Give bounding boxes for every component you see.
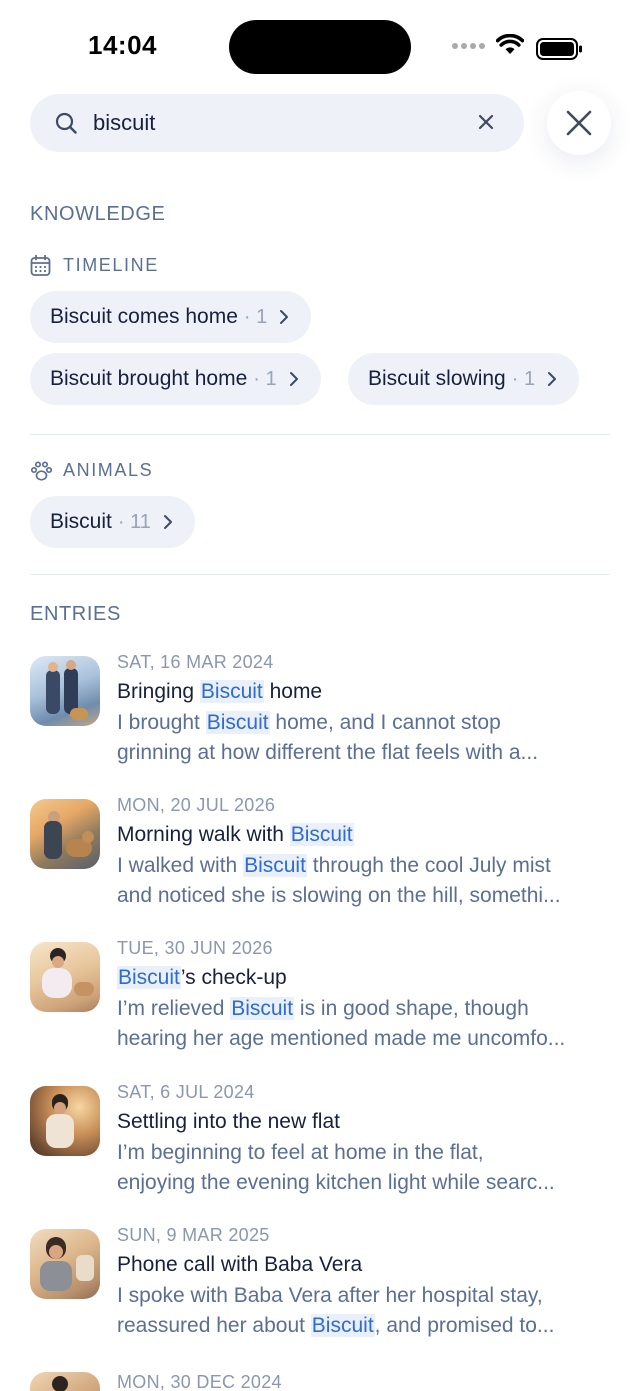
battery-icon — [536, 38, 582, 60]
search-match: Biscuit — [230, 997, 295, 1020]
entry-item[interactable]: SAT, 16 MAR 2024 Bringing Biscuit home I… — [30, 652, 620, 786]
chevron-right-icon — [163, 515, 172, 529]
entry-date: MON, 20 JUL 2026 — [117, 795, 276, 815]
entry-snippet: I brought Biscuit home, and I cannot sto… — [117, 711, 501, 734]
entry-thumbnail — [30, 1372, 100, 1391]
chip-count: · 11 — [117, 510, 151, 533]
entry-title: Morning walk with Biscuit — [117, 823, 354, 846]
chip-label: Biscuit slowing — [368, 367, 506, 390]
search-match: Biscuit — [205, 711, 270, 734]
entry-thumbnail — [30, 656, 100, 726]
close-icon — [566, 110, 592, 136]
entry-item[interactable]: MON, 20 JUL 2026 Morning walk with Biscu… — [30, 795, 620, 929]
entry-item[interactable]: MON, 30 DEC 2024 — [30, 1372, 620, 1391]
status-icons — [452, 34, 592, 60]
paw-icon — [30, 461, 52, 481]
timeline-chip[interactable]: Biscuit brought home · 1 — [30, 353, 321, 405]
search-match: Biscuit — [117, 966, 181, 989]
search-match: Biscuit — [243, 854, 307, 877]
entry-item[interactable]: SAT, 6 JUL 2024 Settling into the new fl… — [30, 1082, 620, 1216]
entry-thumbnail — [30, 799, 100, 869]
entry-date: SUN, 9 MAR 2025 — [117, 1225, 270, 1245]
entry-snippet: I’m relieved Biscuit is in good shape, t… — [117, 997, 529, 1020]
knowledge-heading: KNOWLEDGE — [30, 203, 166, 225]
search-match: Biscuit — [289, 823, 354, 846]
chevron-right-icon — [548, 372, 557, 386]
chevron-right-icon — [280, 310, 289, 324]
search-match: Biscuit — [199, 680, 264, 703]
entry-thumbnail — [30, 942, 100, 1012]
status-time: 14:04 — [88, 30, 157, 60]
entry-title: Biscuit’s check-up — [117, 966, 287, 989]
entry-date: SAT, 6 JUL 2024 — [117, 1082, 255, 1102]
entry-thumbnail — [30, 1229, 100, 1299]
clear-icon[interactable] — [474, 110, 498, 134]
calendar-icon — [30, 255, 51, 276]
chip-count: · 1 — [253, 367, 277, 390]
chip-label: Biscuit — [50, 510, 112, 533]
chevron-right-icon — [289, 372, 298, 386]
search-icon — [55, 112, 77, 134]
search-input-value[interactable]: biscuit — [93, 110, 155, 136]
entry-snippet: grinning at how different the flat feels… — [117, 741, 539, 764]
entries-heading: ENTRIES — [30, 603, 121, 625]
entry-date: TUE, 30 JUN 2026 — [117, 938, 273, 958]
timeline-chip[interactable]: Biscuit slowing · 1 — [348, 353, 580, 405]
animals-label: ANIMALS — [63, 460, 154, 480]
chip-label: Biscuit brought home — [50, 367, 248, 390]
entry-snippet: enjoying the evening kitchen light while… — [117, 1171, 555, 1194]
entry-snippet: I spoke with Baba Vera after her hospita… — [117, 1284, 543, 1307]
chip-count: · 1 — [511, 367, 536, 390]
chip-count: · 1 — [243, 305, 268, 328]
animal-chip[interactable]: Biscuit · 11 — [30, 496, 195, 548]
cellular-signal-icon — [452, 43, 488, 53]
entry-title: Settling into the new flat — [117, 1110, 340, 1133]
divider — [30, 434, 610, 435]
entry-title: Bringing Biscuit home — [117, 680, 323, 703]
entry-thumbnail — [30, 1086, 100, 1156]
search-match: Biscuit — [310, 1314, 375, 1337]
chip-label: Biscuit comes home — [50, 305, 238, 328]
status-bar: 14:04 — [0, 0, 640, 92]
entry-item[interactable]: SUN, 9 MAR 2025 Phone call with Baba Ver… — [30, 1225, 620, 1359]
wifi-icon — [496, 34, 524, 54]
animals-subheading: ANIMALS — [30, 459, 230, 483]
divider — [30, 574, 610, 575]
dynamic-island — [229, 20, 411, 74]
search-field[interactable]: biscuit — [30, 94, 524, 152]
entry-snippet: reassured her about Biscuit, and promise… — [117, 1314, 555, 1337]
entry-snippet: and noticed she is slowing on the hill, … — [117, 884, 561, 907]
entry-snippet: hearing her age mentioned made me uncomf… — [117, 1027, 566, 1050]
timeline-label: TIMELINE — [63, 255, 159, 275]
entry-item[interactable]: TUE, 30 JUN 2026 Biscuit’s check-up I’m … — [30, 938, 620, 1072]
entry-date: SAT, 16 MAR 2024 — [117, 652, 274, 672]
timeline-subheading: TIMELINE — [30, 254, 230, 278]
entry-snippet: I’m beginning to feel at home in the fla… — [117, 1141, 484, 1164]
timeline-chip[interactable]: Biscuit comes home · 1 — [30, 291, 312, 343]
close-search-button[interactable] — [547, 91, 611, 155]
entry-title: Phone call with Baba Vera — [117, 1253, 363, 1276]
entry-snippet: I walked with Biscuit through the cool J… — [117, 854, 551, 877]
entry-date: MON, 30 DEC 2024 — [117, 1372, 282, 1391]
